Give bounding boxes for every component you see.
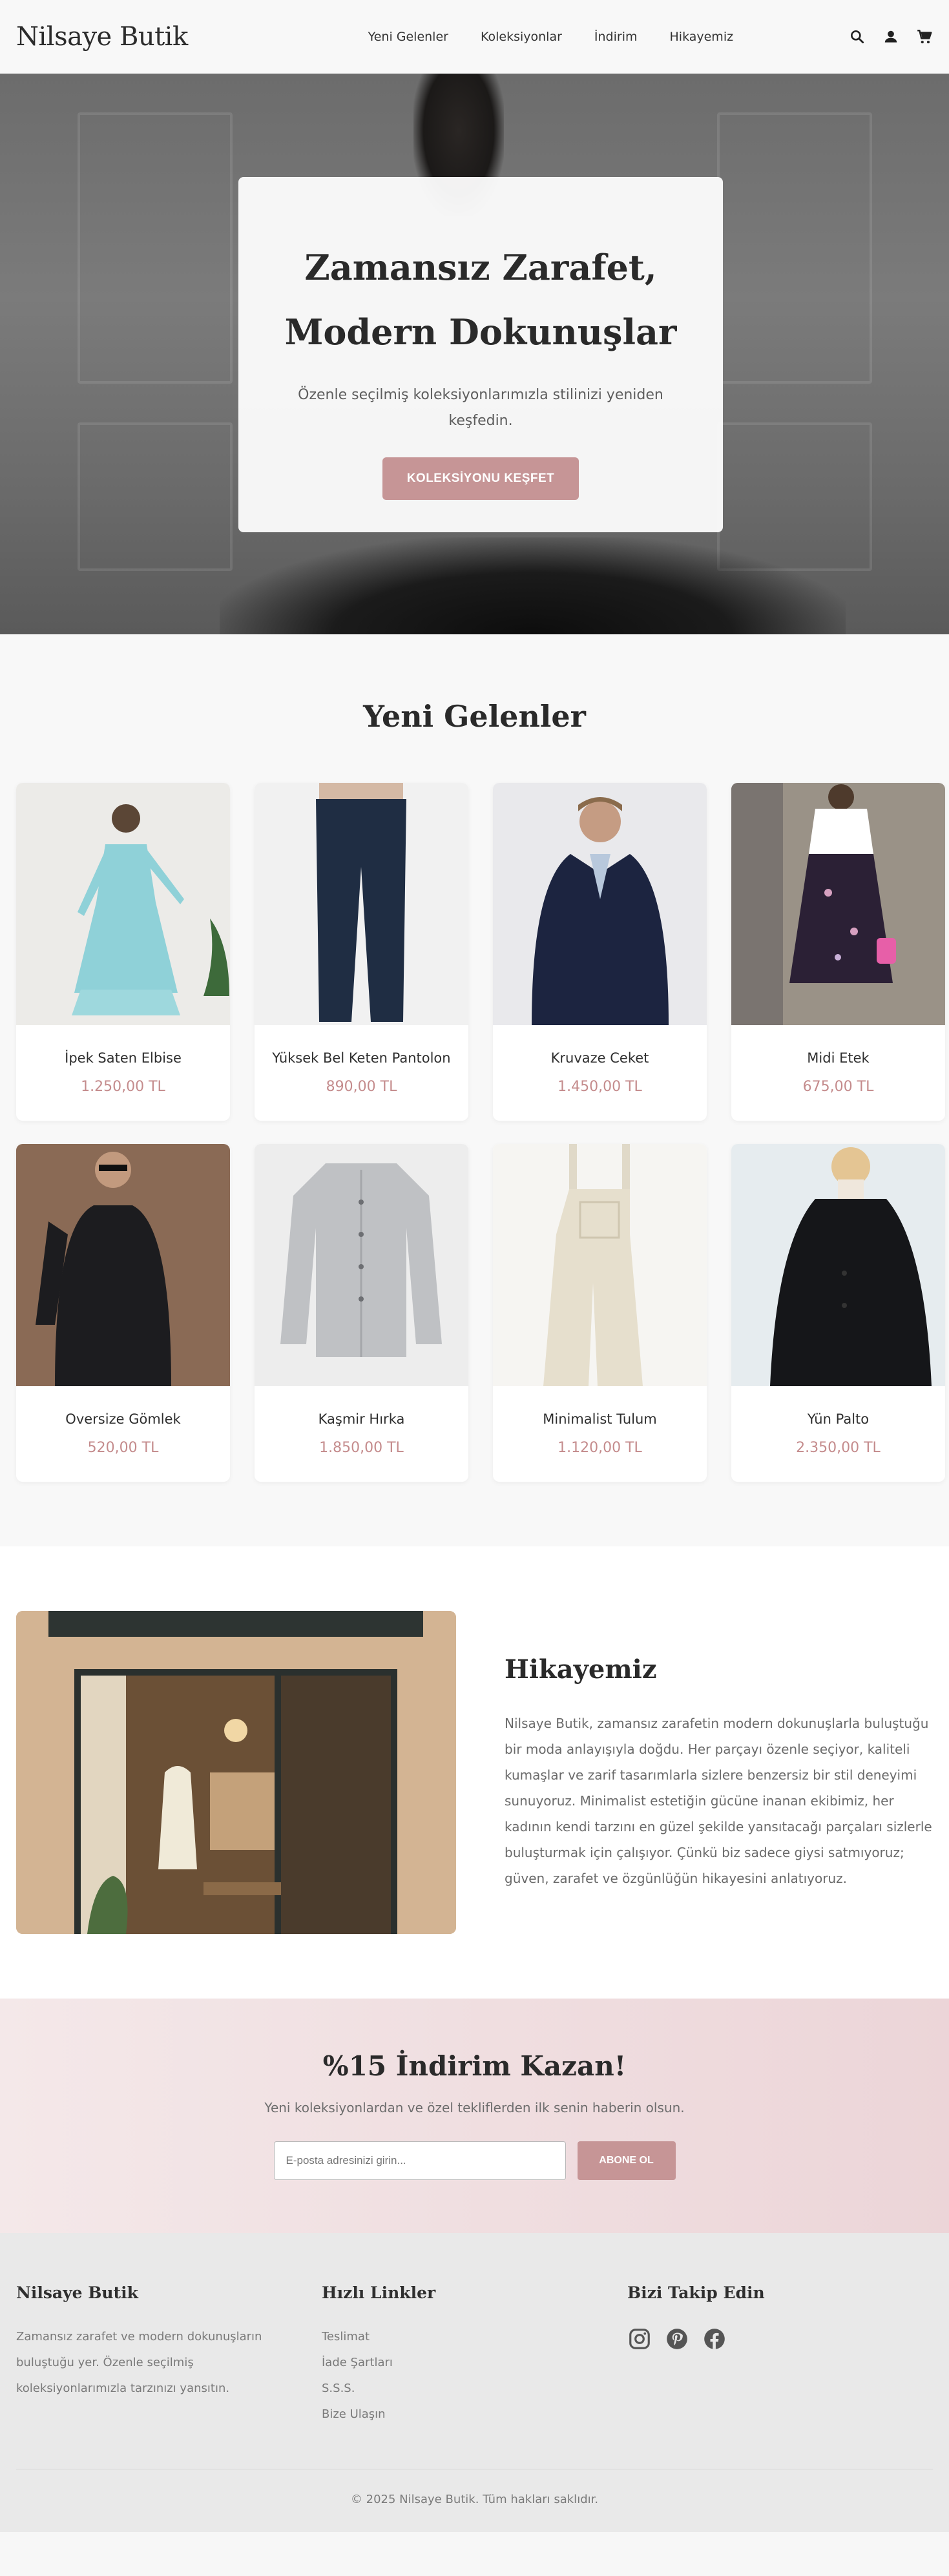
footer-links-column: Hızlı Linkler Teslimat İade Şartları S.S… xyxy=(322,2283,627,2427)
nav-link-sale[interactable]: İndirim xyxy=(594,30,638,44)
newsletter-subtitle: Yeni koleksiyonlardan ve özel tekliflerd… xyxy=(264,2100,685,2115)
header-actions xyxy=(849,28,933,45)
facebook-icon[interactable] xyxy=(702,2327,727,2351)
product-card[interactable]: İpek Saten Elbise 1.250,00 TL xyxy=(16,783,230,1121)
footer-link-faq[interactable]: S.S.S. xyxy=(322,2376,627,2402)
footer-brand-column: Nilsaye Butik Zamansız zarafet ve modern… xyxy=(16,2283,322,2427)
newsletter-title: %15 İndirim Kazan! xyxy=(322,2050,627,2082)
product-card[interactable]: Kruvaze Ceket 1.450,00 TL xyxy=(493,783,707,1121)
wall-panel xyxy=(78,422,233,571)
site-logo[interactable]: Nilsaye Butik xyxy=(16,22,188,52)
product-name: Kruvaze Ceket xyxy=(550,1050,649,1066)
product-card[interactable]: Kaşmir Hırka 1.850,00 TL xyxy=(255,1144,468,1482)
pinterest-icon[interactable] xyxy=(665,2327,689,2351)
hero-subtitle: Özenle seçilmiş koleksiyonlarımızla stil… xyxy=(298,387,663,429)
footer-link-contact[interactable]: Bize Ulaşın xyxy=(322,2402,627,2427)
newsletter-section: %15 İndirim Kazan! Yeni koleksiyonlardan… xyxy=(0,1999,949,2233)
hero-banner: Zamansız Zarafet, Modern Dokunuşlar Özen… xyxy=(0,74,949,634)
product-name: Midi Etek xyxy=(807,1050,870,1066)
wall-panel xyxy=(717,112,872,384)
product-image xyxy=(493,1144,707,1386)
explore-collection-button[interactable]: KOLEKSİYONU KEŞFET xyxy=(382,457,579,500)
product-price: 1.850,00 TL xyxy=(319,1440,404,1456)
new-arrivals-section: Yeni Gelenler İpek Saten Elbise 1.250,00… xyxy=(0,634,949,1546)
hero-title-line-2: Modern Dokunuşlar xyxy=(284,311,677,353)
hero-card: Zamansız Zarafet, Modern Dokunuşlar Özen… xyxy=(238,177,723,532)
social-links xyxy=(627,2327,933,2351)
hero-title-line-1: Zamansız Zarafet, xyxy=(304,247,657,288)
our-story-section: Hikayemiz Nilsaye Butik, zamansız zarafe… xyxy=(0,1546,949,1999)
story-content: Hikayemiz Nilsaye Butik, zamansız zarafe… xyxy=(505,1654,933,1891)
product-price: 1.450,00 TL xyxy=(558,1079,642,1095)
product-name: Kaşmir Hırka xyxy=(318,1411,405,1427)
footer-brand-title: Nilsaye Butik xyxy=(16,2283,138,2302)
product-card[interactable]: Yün Palto 2.350,00 TL xyxy=(731,1144,945,1482)
product-price: 1.250,00 TL xyxy=(81,1079,165,1095)
product-image xyxy=(16,783,230,1025)
product-price: 675,00 TL xyxy=(802,1079,874,1095)
search-icon[interactable] xyxy=(849,28,866,45)
product-image xyxy=(255,783,468,1025)
product-card[interactable]: Minimalist Tulum 1.120,00 TL xyxy=(493,1144,707,1482)
site-footer: Nilsaye Butik Zamansız zarafet ve modern… xyxy=(0,2233,949,2532)
footer-social-column: Bizi Takip Edin xyxy=(627,2283,933,2427)
site-header: Nilsaye Butik Yeni Gelenler Koleksiyonla… xyxy=(0,0,949,74)
new-arrivals-title: Yeni Gelenler xyxy=(363,699,586,734)
product-name: İpek Saten Elbise xyxy=(65,1050,182,1066)
cart-icon[interactable] xyxy=(916,28,933,45)
footer-link-delivery[interactable]: Teslimat xyxy=(322,2324,627,2350)
wall-panel xyxy=(78,112,233,384)
nav-link-collections[interactable]: Koleksiyonlar xyxy=(481,30,562,44)
product-card[interactable]: Oversize Gömlek 520,00 TL xyxy=(16,1144,230,1482)
footer-links-title: Hızlı Linkler xyxy=(322,2283,436,2302)
product-price: 2.350,00 TL xyxy=(796,1440,881,1456)
product-grid: İpek Saten Elbise 1.250,00 TL Yüksek Bel… xyxy=(16,783,949,1482)
product-price: 1.120,00 TL xyxy=(558,1440,642,1456)
boutique-storefront-image xyxy=(16,1611,456,1934)
hero-gown-image xyxy=(220,537,846,634)
product-card[interactable]: Midi Etek 675,00 TL xyxy=(731,783,945,1121)
product-name: Oversize Gömlek xyxy=(65,1411,181,1427)
product-name: Yün Palto xyxy=(807,1411,870,1427)
product-image xyxy=(255,1144,468,1386)
story-title: Hikayemiz xyxy=(505,1654,657,1685)
footer-brand-text: Zamansız zarafet ve modern dokunuşların … xyxy=(16,2330,262,2395)
newsletter-form: ABONE OL xyxy=(0,2141,949,2180)
product-price: 890,00 TL xyxy=(326,1079,397,1095)
product-card[interactable]: Yüksek Bel Keten Pantolon 890,00 TL xyxy=(255,783,468,1121)
email-field[interactable] xyxy=(273,2141,566,2180)
story-paragraph: Nilsaye Butik, zamansız zarafetin modern… xyxy=(505,1715,932,1886)
hero-title: Zamansız Zarafet, Modern Dokunuşlar xyxy=(238,235,723,364)
copyright-text: © 2025 Nilsaye Butik. Tüm hakları saklıd… xyxy=(16,2469,933,2532)
footer-columns: Nilsaye Butik Zamansız zarafet ve modern… xyxy=(16,2283,933,2427)
product-image xyxy=(731,1144,945,1386)
user-icon[interactable] xyxy=(882,28,899,45)
product-image xyxy=(493,783,707,1025)
product-price: 520,00 TL xyxy=(87,1440,159,1456)
footer-links: Teslimat İade Şartları S.S.S. Bize Ulaşı… xyxy=(322,2324,627,2427)
product-name: Minimalist Tulum xyxy=(543,1411,657,1427)
product-image xyxy=(16,1144,230,1386)
footer-link-returns[interactable]: İade Şartları xyxy=(322,2350,627,2376)
product-image xyxy=(731,783,945,1025)
main-nav: Yeni Gelenler Koleksiyonlar İndirim Hika… xyxy=(368,30,733,44)
instagram-icon[interactable] xyxy=(627,2327,652,2351)
footer-social-title: Bizi Takip Edin xyxy=(627,2283,765,2302)
nav-link-new-arrivals[interactable]: Yeni Gelenler xyxy=(368,30,448,44)
subscribe-button[interactable]: ABONE OL xyxy=(577,2141,676,2180)
nav-link-our-story[interactable]: Hikayemiz xyxy=(670,30,734,44)
product-name: Yüksek Bel Keten Pantolon xyxy=(272,1050,451,1066)
